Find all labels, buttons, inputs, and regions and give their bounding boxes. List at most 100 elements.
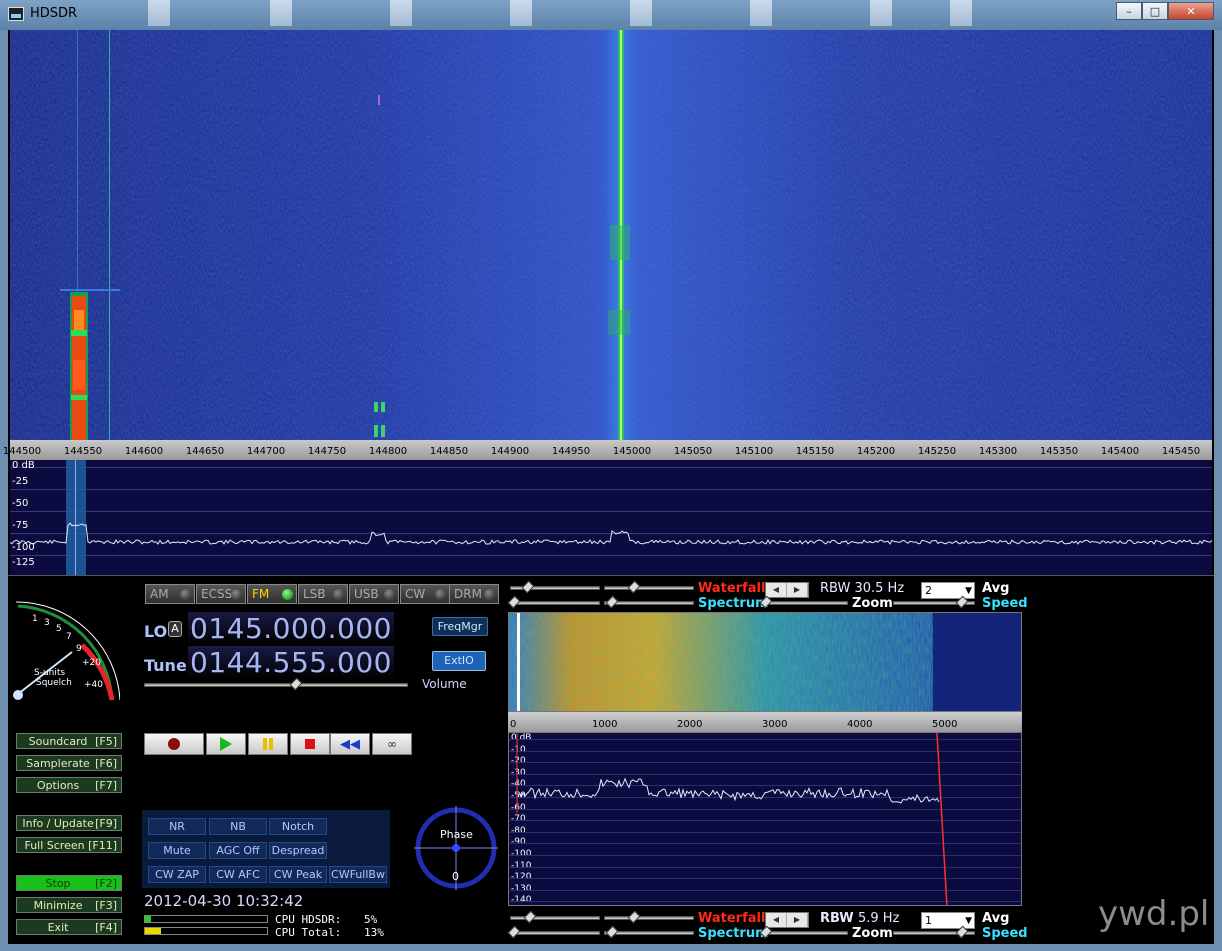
freq-label: 145400 [1100, 446, 1140, 457]
record-button[interactable] [144, 733, 204, 755]
af-waterfall[interactable] [508, 612, 1022, 712]
freq-label: 144500 [2, 446, 42, 457]
app-icon [8, 7, 24, 21]
pause-icon [263, 738, 273, 750]
play-button[interactable] [206, 733, 246, 755]
title-bar[interactable]: HDSDR – □ ✕ [0, 0, 1222, 30]
mode-usb-button[interactable]: USB [349, 584, 399, 604]
cw-peak-button[interactable]: CW Peak [269, 866, 327, 883]
phase-value: 0 [452, 870, 459, 883]
volume-slider[interactable] [144, 683, 408, 687]
rewind-button[interactable]: ◀◀ [330, 733, 370, 755]
af-bottom-waterfall-label: Waterfall [698, 911, 766, 926]
af-zoom-slider[interactable] [764, 601, 848, 605]
loop-button[interactable]: ∞ [372, 733, 412, 755]
freq-label: 144750 [307, 446, 347, 457]
cw-fullbw-button[interactable]: CWFullBw [329, 866, 387, 883]
freq-label: 144850 [429, 446, 469, 457]
led-icon [282, 589, 293, 600]
minimize-window-button[interactable]: – [1116, 2, 1142, 20]
s-scale-3: 3 [44, 618, 50, 628]
lo-lock-icon[interactable]: A [168, 621, 182, 637]
play-icon [220, 737, 232, 751]
af-avg-select-bottom[interactable]: 1 ▼ [921, 912, 975, 929]
exit-button[interactable]: Exit [F4] [16, 919, 122, 935]
stop-icon [305, 739, 315, 749]
af-avg-select-top[interactable]: 2 ▼ [921, 582, 975, 599]
volume-label: Volume [422, 677, 467, 691]
cpu-hdsdr-value: 5% [364, 913, 378, 926]
stop-playback-button[interactable] [290, 733, 330, 755]
nr-button[interactable]: NR [148, 818, 206, 835]
cpu-hdsdr-bar [144, 915, 268, 923]
frequency-scale[interactable]: 144500 144550 144600 144650 144700 14475… [3, 440, 1212, 460]
af-waterfall-slider-2[interactable] [604, 586, 694, 590]
s-scale-40: +40 [84, 680, 103, 690]
loop-icon: ∞ [387, 737, 397, 751]
af-bottom-waterfall-stepper[interactable]: ◀ ▶ [765, 912, 809, 928]
af-freq-label: 1000 [592, 719, 618, 730]
af-bottom-waterfall-slider-1-thumb[interactable] [523, 910, 537, 924]
notch-button[interactable]: Notch [269, 818, 327, 835]
led-icon [180, 589, 191, 600]
af-bottom-waterfall-slider-2[interactable] [604, 916, 694, 920]
tune-frequency[interactable]: 0144.555.000 [188, 646, 394, 679]
datetime-display: 2012-04-30 10:32:42 [144, 892, 304, 910]
af-spectrum-slider-1-thumb[interactable] [507, 595, 521, 609]
close-window-button[interactable]: ✕ [1168, 2, 1214, 20]
agc-button[interactable]: AGC Off [209, 842, 267, 859]
af-bottom-spectrum-slider-2-thumb[interactable] [605, 925, 619, 939]
window-title: HDSDR [30, 6, 78, 21]
nb-button[interactable]: NB [209, 818, 267, 835]
freq-label: 144900 [490, 446, 530, 457]
af-spectrum[interactable]: 0 dB -10 -20 -30 -40 -50 -60 -70 -80 -90 -100 -110-… [508, 732, 1022, 906]
maximize-window-button[interactable]: □ [1142, 2, 1168, 20]
samplerate-button[interactable]: Samplerate [F6] [16, 755, 122, 771]
pause-button[interactable] [248, 733, 288, 755]
af-waterfall-stepper[interactable]: ◀ ▶ [765, 582, 809, 598]
options-button[interactable]: Options [F7] [16, 777, 122, 793]
lo-frequency[interactable]: 0145.000.000 [188, 612, 394, 645]
af-spectrum-slider-2-thumb[interactable] [605, 595, 619, 609]
af-speed-label: Speed [982, 596, 1028, 611]
freq-label: 144650 [185, 446, 225, 457]
full-screen-button[interactable]: Full Screen [F11] [16, 837, 122, 853]
af-frequency-scale[interactable]: 0 1000 2000 3000 4000 5000 [508, 712, 1022, 732]
cw-zap-button[interactable]: CW ZAP [148, 866, 206, 883]
mode-ecss-button[interactable]: ECSS [196, 584, 246, 604]
mode-cw-button[interactable]: CW [400, 584, 450, 604]
mode-lsb-button[interactable]: LSB [298, 584, 348, 604]
af-avg-label-top: Avg [982, 581, 1010, 596]
rf-waterfall[interactable] [10, 30, 1212, 440]
soundcard-button[interactable]: Soundcard [F5] [16, 733, 122, 749]
stop-button[interactable]: Stop [F2] [16, 875, 122, 891]
af-spectrum-slider-1[interactable] [510, 601, 600, 605]
despread-button[interactable]: Despread [269, 842, 327, 859]
freq-label: 145250 [917, 446, 957, 457]
freq-label: 145050 [673, 446, 713, 457]
af-waterfall-slider-1-thumb[interactable] [521, 580, 535, 594]
cpu-total-value: 13% [364, 926, 384, 939]
af-bottom-spectrum-slider-1-thumb[interactable] [507, 925, 521, 939]
led-icon [333, 589, 344, 600]
rf-spectrum[interactable]: 0 dB -25 -50 -75 -100 -125 [10, 460, 1212, 575]
af-bottom-zoom-label: Zoom [852, 926, 893, 941]
s-meter: 1 3 5 7 9 +20 +40 S-units Squelch [12, 600, 121, 704]
mode-drm-button[interactable]: DRM [449, 584, 499, 604]
led-icon [384, 589, 395, 600]
extio-button[interactable]: ExtIO [432, 651, 486, 671]
af-rbw-value-bottom: 5.9 Hz [858, 911, 900, 926]
info-update-button[interactable]: Info / Update [F9] [16, 815, 122, 831]
freqmgr-button[interactable]: FreqMgr [432, 617, 488, 636]
af-bottom-waterfall-slider-2-thumb[interactable] [627, 910, 641, 924]
freq-label: 145200 [856, 446, 896, 457]
minimize-button[interactable]: Minimize [F3] [16, 897, 122, 913]
mute-button[interactable]: Mute [148, 842, 206, 859]
volume-slider-thumb[interactable] [289, 677, 303, 691]
mode-fm-button[interactable]: FM [247, 584, 297, 604]
cw-afc-button[interactable]: CW AFC [209, 866, 267, 883]
mode-am-button[interactable]: AM [145, 584, 195, 604]
af-waterfall-slider-2-thumb[interactable] [627, 580, 641, 594]
af-bottom-spectrum-slider-1[interactable] [510, 931, 600, 935]
af-bottom-zoom-slider[interactable] [764, 931, 848, 935]
